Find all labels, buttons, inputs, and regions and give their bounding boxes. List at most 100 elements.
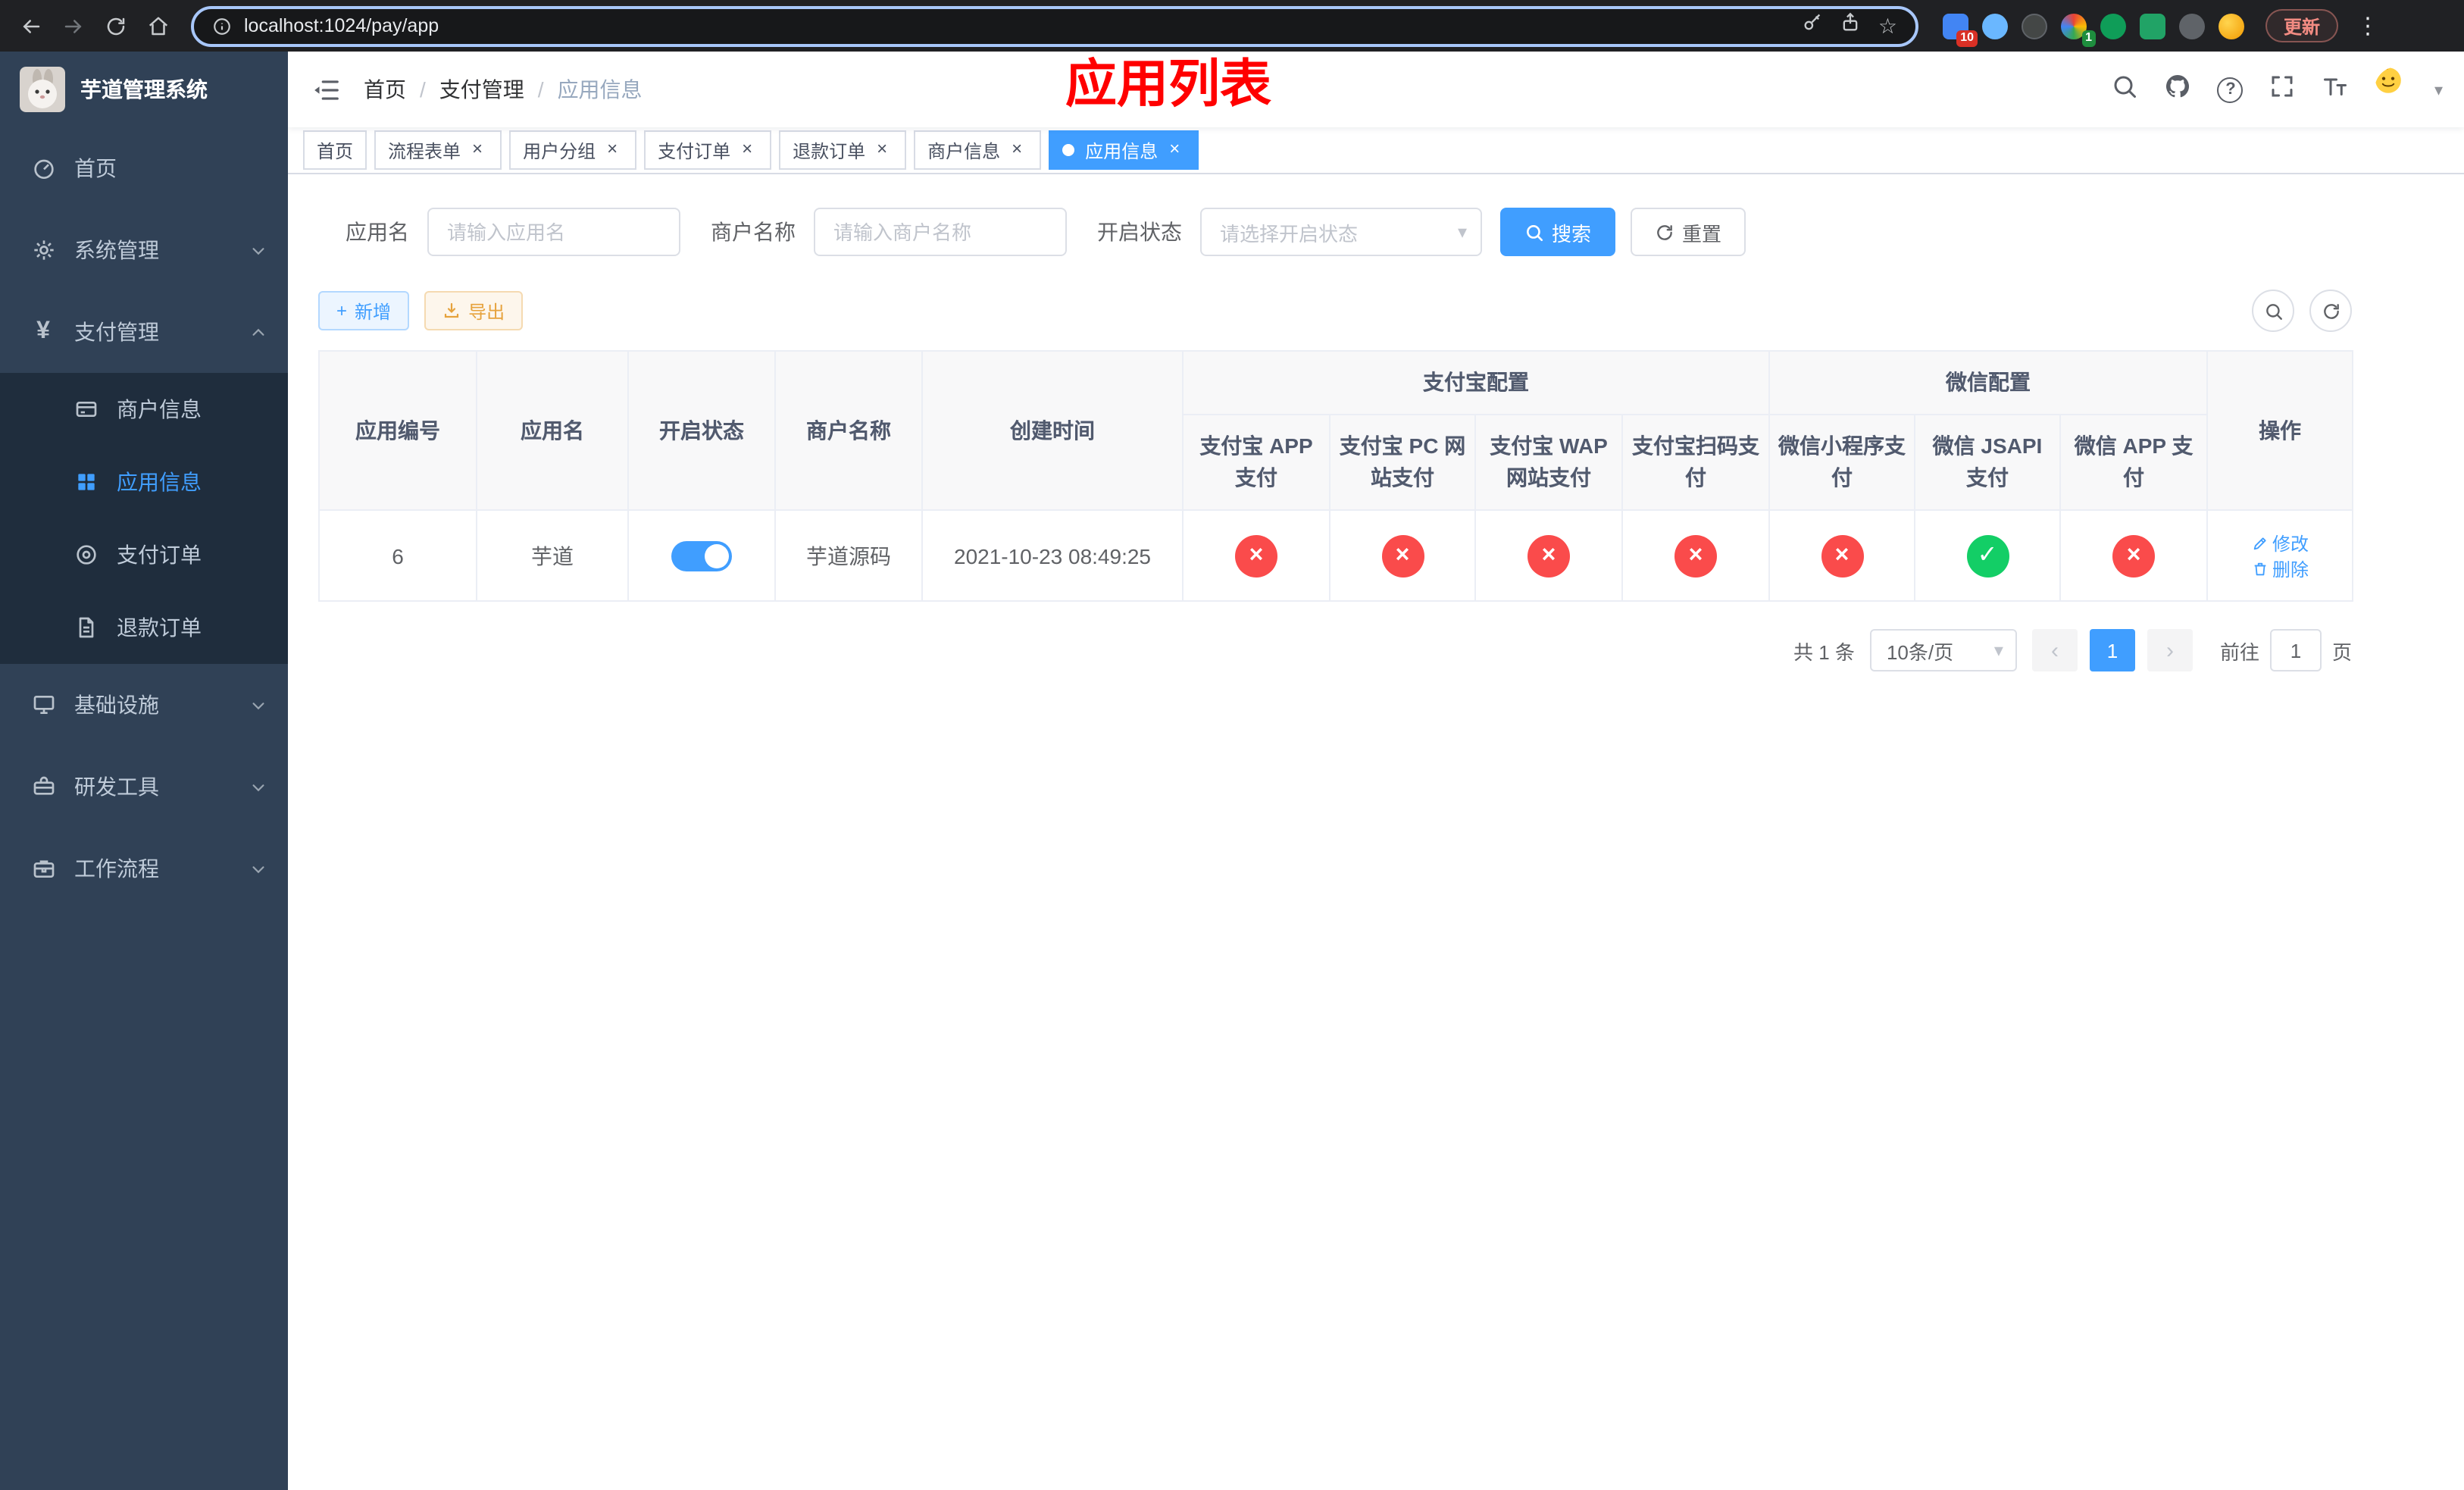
sidebar-item-infra[interactable]: 基础设施 (0, 664, 288, 746)
tab-refund-order[interactable]: 退款订单 × (779, 130, 907, 170)
sidebar-item-app-info[interactable]: 应用信息 (0, 446, 288, 518)
page-size-select[interactable]: 10条/页 ▾ (1869, 629, 2017, 671)
order-icon (73, 542, 98, 568)
prev-page-button[interactable]: ‹ (2031, 629, 2078, 671)
alipay-app-status-icon: × (1235, 534, 1277, 577)
merchant-name-input[interactable] (814, 208, 1067, 256)
sidebar-item-devtools[interactable]: 研发工具 (0, 746, 288, 828)
app-logo[interactable]: 芋道管理系统 (0, 52, 288, 127)
sidebar-item-home[interactable]: 首页 (0, 127, 288, 209)
sidebar-item-system[interactable]: 系统管理 (0, 209, 288, 291)
col-wechat-mini: 微信小程序支付 (1768, 414, 1915, 511)
extension-icon-3[interactable] (2022, 13, 2047, 39)
briefcase-icon (30, 856, 56, 881)
bookmark-star-icon[interactable]: ☆ (1878, 15, 1897, 36)
tab-process-form[interactable]: 流程表单 × (374, 130, 502, 170)
status-label: 开启状态 (1097, 220, 1182, 244)
extension-icon-2[interactable] (1982, 13, 2008, 39)
toggle-search-button[interactable] (2252, 290, 2294, 332)
browser-menu-icon[interactable]: ⋮ (2356, 14, 2379, 37)
github-icon[interactable] (2165, 72, 2192, 107)
fullscreen-icon[interactable] (2269, 72, 2297, 107)
add-button[interactable]: + 新增 (318, 291, 410, 330)
page-number-current[interactable]: 1 (2089, 629, 2135, 671)
tab-close-icon[interactable]: × (602, 139, 623, 161)
navbar-actions: ? ▾ (2112, 67, 2464, 112)
tab-close-icon[interactable]: × (871, 139, 893, 161)
search-icon (2265, 303, 2281, 319)
sidebar: 芋道管理系统 首页 系统管理 ¥ 支付管理 商户信息 应用信息 支付订单 退款订… (0, 52, 288, 1490)
tab-home[interactable]: 首页 (303, 130, 367, 170)
address-bar[interactable]: localhost:1024/pay/app ☆ (191, 5, 1918, 46)
col-alipay-pc: 支付宝 PC 网站支付 (1329, 414, 1476, 511)
breadcrumb-payment[interactable]: 支付管理 (439, 74, 524, 105)
help-icon[interactable]: ? (2217, 77, 2244, 102)
browser-update-button[interactable]: 更新 (2265, 9, 2339, 42)
goto-page-input[interactable] (2269, 629, 2322, 671)
col-group-wechat: 微信配置 (1768, 350, 2209, 415)
sidebar-item-workflow[interactable]: 工作流程 (0, 828, 288, 909)
extension-icon-7[interactable] (2179, 13, 2205, 39)
cell-app-name: 芋道 (476, 509, 629, 602)
plus-icon: + (336, 300, 348, 321)
app-table: 应用编号 应用名 开启状态 商户名称 创建时间 支付宝配置 微信配置 操作 支付… (318, 350, 2354, 602)
col-created: 创建时间 (921, 350, 1184, 511)
browser-back-icon[interactable] (12, 8, 48, 44)
tab-merchant-info[interactable]: 商户信息 × (914, 130, 1042, 170)
status-select[interactable]: 请选择开启状态 ▾ (1200, 208, 1482, 256)
tab-close-icon[interactable]: × (736, 139, 758, 161)
search-icon[interactable] (2112, 72, 2139, 107)
reset-button[interactable]: 重置 (1631, 208, 1746, 256)
main-content: 应用名 商户名称 开启状态 请选择开启状态 ▾ 搜索 重置 (288, 174, 2464, 1490)
sidebar-menu: 首页 系统管理 ¥ 支付管理 商户信息 应用信息 支付订单 退款订单 基础设施 … (0, 127, 288, 909)
extension-badge: 10 (1956, 30, 1978, 46)
chevron-down-icon (250, 242, 267, 258)
col-group-alipay: 支付宝配置 (1182, 350, 1770, 415)
avatar-caret-icon[interactable]: ▾ (2434, 80, 2443, 112)
site-info-icon[interactable] (212, 16, 232, 36)
refresh-icon (2323, 303, 2338, 318)
dashboard-icon (30, 155, 56, 181)
sidebar-item-payment[interactable]: ¥ 支付管理 (0, 291, 288, 373)
search-button[interactable]: 搜索 (1500, 208, 1616, 256)
document-icon (73, 615, 98, 640)
download-icon (444, 302, 459, 318)
tab-user-group[interactable]: 用户分组 × (509, 130, 637, 170)
extension-icon-6[interactable] (2140, 13, 2165, 39)
app-name-input[interactable] (427, 208, 680, 256)
font-size-icon[interactable] (2322, 72, 2350, 107)
tab-close-icon[interactable]: × (1006, 139, 1027, 161)
export-button[interactable]: 导出 (424, 291, 524, 330)
tab-app-info[interactable]: 应用信息 × (1049, 130, 1199, 170)
extensions-row: 10 1 (1943, 13, 2244, 46)
breadcrumb-separator: / (537, 77, 544, 102)
browser-forward-icon[interactable] (55, 8, 91, 44)
breadcrumb-home[interactable]: 首页 (364, 74, 406, 105)
grid-icon (73, 469, 98, 495)
browser-home-icon[interactable] (139, 8, 176, 44)
sidebar-toggle-icon[interactable] (288, 52, 364, 127)
status-toggle[interactable] (671, 540, 732, 571)
browser-profile-avatar[interactable] (2219, 13, 2244, 39)
browser-reload-icon[interactable] (97, 8, 133, 44)
logo-image (20, 67, 65, 112)
url-text[interactable]: localhost:1024/pay/app (244, 15, 1790, 36)
tab-close-icon[interactable]: × (1164, 139, 1185, 161)
goto-label: 前往 (2219, 640, 2259, 663)
next-page-button[interactable]: › (2147, 629, 2193, 671)
sidebar-item-merchant-info[interactable]: 商户信息 (0, 373, 288, 446)
refresh-button[interactable] (2309, 290, 2352, 332)
tab-pay-order[interactable]: 支付订单 × (644, 130, 772, 170)
delete-link[interactable]: 删除 (2251, 556, 2309, 581)
tab-close-icon[interactable]: × (467, 139, 488, 161)
extension-icon-4[interactable]: 1 (2061, 13, 2096, 46)
share-icon[interactable] (1840, 11, 1862, 40)
extension-icon-1[interactable]: 10 (1943, 13, 1978, 46)
edit-link[interactable]: 修改 (2251, 530, 2309, 556)
user-avatar[interactable] (2375, 67, 2421, 112)
password-key-icon[interactable] (1803, 11, 1824, 40)
sidebar-item-refund-order[interactable]: 退款订单 (0, 591, 288, 664)
total-count: 共 1 条 (1793, 640, 1855, 663)
sidebar-item-pay-order[interactable]: 支付订单 (0, 518, 288, 591)
extension-icon-5[interactable] (2100, 13, 2126, 39)
